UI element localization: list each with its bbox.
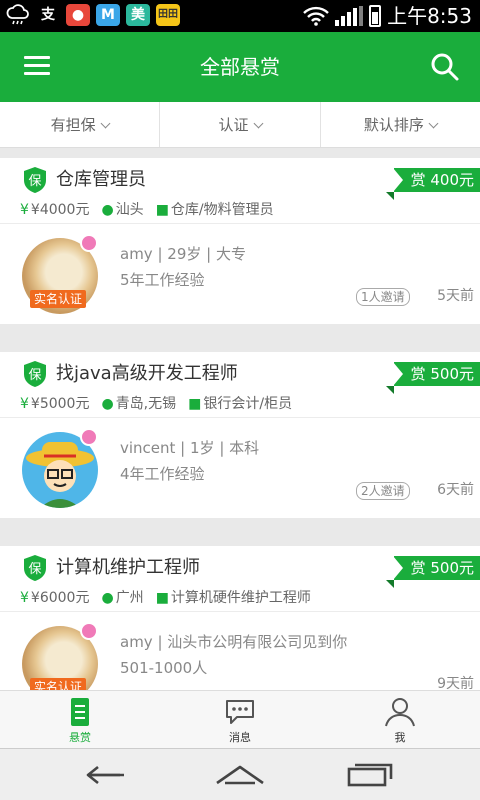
wifi-icon [303, 6, 329, 26]
page-title: 全部悬赏 [200, 55, 280, 79]
listing-card[interactable]: 保 计算机维护工程师 赏 500元 ¥ ¥6000元 ● 广州 ■ 计算机硬件维护工程… [0, 546, 480, 690]
chevron-down-icon [253, 118, 263, 129]
person-icon [385, 698, 415, 727]
person-experience: 4年工作经验 [120, 465, 205, 483]
person-experience: 5年工作经验 [120, 271, 205, 289]
person-experience: 501-1000人 [120, 659, 208, 677]
filter-sort[interactable]: 默认排序 [321, 102, 480, 147]
job-title: 仓库管理员 [56, 169, 146, 190]
verified-badge: 实名认证 [30, 678, 87, 690]
bottom-tab-bar: 悬赏 消息 我 [0, 690, 480, 748]
tag-icon [80, 428, 98, 446]
person-info: amy | 汕头市公明有限公司见到你 [120, 633, 348, 651]
tag-icon [80, 234, 98, 252]
person-icon: ■ [155, 202, 169, 218]
reward-badge: 赏 500元 [386, 556, 480, 588]
posted-time: 6天前 [437, 482, 474, 498]
battery-icon [369, 5, 382, 27]
alipay-icon: 支 [41, 7, 55, 23]
invite-count: 2人邀请 [356, 482, 410, 500]
verified-badge: 实名认证 [30, 290, 87, 308]
job-title: 找java高级开发工程师 [56, 363, 238, 384]
location-pin-icon: ● [101, 202, 114, 218]
category: ■ 银行会计/柜员 [188, 396, 293, 412]
signal-icon [335, 6, 364, 26]
system-nav-bar [0, 748, 480, 800]
guarantee-shield-icon: 保 [24, 555, 46, 581]
home-icon[interactable] [215, 761, 265, 789]
ticket-app-icon: 田田 [156, 4, 180, 26]
reward-badge: 赏 400元 [386, 168, 480, 200]
back-icon[interactable] [84, 761, 134, 789]
svg-text:保: 保 [28, 562, 41, 577]
posted-time: 5天前 [437, 288, 474, 304]
status-time: 上午8:53 [387, 4, 472, 28]
person-info: vincent | 1岁 | 本科 [120, 439, 260, 457]
guarantee-shield-icon: 保 [24, 361, 46, 387]
invite-count: 1人邀请 [356, 288, 410, 306]
category: ■ 仓库/物料管理员 [155, 202, 274, 218]
location-pin-icon: ● [101, 396, 114, 412]
salary: ¥ ¥6000元 [20, 590, 90, 606]
status-bar: 支 ● M 美 田田 上午8:53 [0, 0, 480, 32]
category: ■ 计算机硬件维护工程师 [155, 590, 311, 606]
person-icon: ■ [155, 590, 169, 606]
chevron-down-icon [428, 118, 439, 129]
tab-me[interactable]: 我 [320, 691, 480, 748]
salary: ¥ ¥5000元 [20, 396, 90, 412]
job-meta: ¥ ¥6000元 ● 广州 ■ 计算机硬件维护工程师 [20, 588, 311, 608]
job-meta: ¥ ¥5000元 ● 青岛,无锡 ■ 银行会计/柜员 [20, 394, 292, 414]
svg-text:保: 保 [28, 368, 41, 383]
weather-icon [6, 4, 29, 25]
filter-bar: 有担保 认证 默认排序 [0, 102, 480, 148]
location: ● 青岛,无锡 [101, 396, 177, 412]
person-info: amy | 29岁 | 大专 [120, 245, 246, 263]
tag-icon [80, 622, 98, 640]
filter-guarantee[interactable]: 有担保 [0, 102, 161, 147]
reward-badge: 赏 500元 [386, 362, 480, 394]
posted-time: 9天前 [437, 676, 474, 690]
guarantee-shield-icon: 保 [24, 167, 46, 193]
location-pin-icon: ● [101, 590, 114, 606]
tab-rewards[interactable]: 悬赏 [0, 691, 160, 748]
document-icon [71, 698, 89, 726]
svg-text:保: 保 [28, 174, 41, 189]
listing-card[interactable]: 保 仓库管理员 赏 400元 ¥ ¥4000元 ● 汕头 ■ 仓库/物料管理员 实名认… [0, 158, 480, 324]
location: ● 广州 [101, 590, 144, 606]
chat-icon [226, 700, 254, 724]
recent-apps-icon[interactable] [345, 761, 395, 789]
job-title: 计算机维护工程师 [56, 557, 200, 578]
m-app-icon: M [96, 4, 120, 26]
job-meta: ¥ ¥4000元 ● 汕头 ■ 仓库/物料管理员 [20, 200, 274, 220]
chevron-down-icon [100, 118, 111, 129]
salary: ¥ ¥4000元 [20, 202, 90, 218]
cow-app-icon: ● [66, 4, 90, 26]
person-icon: ■ [188, 396, 202, 412]
search-icon[interactable] [430, 52, 460, 82]
tab-messages[interactable]: 消息 [160, 691, 320, 748]
app-bar: 全部悬赏 [0, 32, 480, 102]
meituan-icon: 美 [126, 4, 150, 26]
filter-certification[interactable]: 认证 [160, 102, 321, 147]
location: ● 汕头 [101, 202, 144, 218]
listing-card[interactable]: 保 找java高级开发工程师 赏 500元 ¥ ¥5000元 ● 青岛,无锡 ■ 银行… [0, 352, 480, 518]
